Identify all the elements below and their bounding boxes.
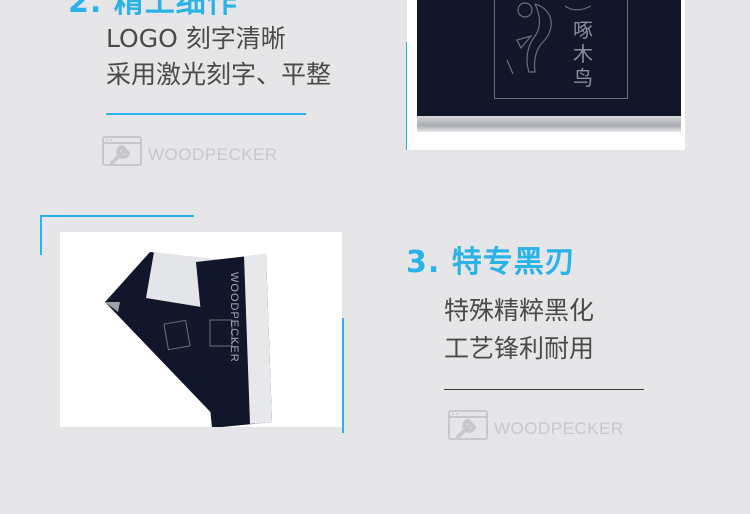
section3-line-2: 工艺锋利耐用 [444,334,595,363]
brand-mark-1: WOODPECKER [102,136,278,174]
section2-title: 2. 精工细作 [68,0,238,20]
section3-divider [444,389,644,390]
section2-line-2: 采用激光刻字、平整 [106,60,332,89]
wrench-window-icon [102,136,142,174]
section2-divider [106,113,306,115]
wrench-window-icon [448,410,488,448]
two-blades-illustration [105,252,272,427]
two-blades-photo: WOODPECKER [60,232,342,427]
brand-name: WOODPECKER [494,419,624,438]
brand-mark-2: WOODPECKER [448,410,624,448]
photo2-frame-horizontal [40,215,194,217]
photo2-frame-vertical-top [40,215,42,255]
section3-title: 3. 特专黑刃 [406,245,576,280]
brand-name: WOODPECKER [148,145,278,164]
blade-logo-photo: 啄木鸟 [407,0,685,150]
section3-line-1: 特殊精粹黑化 [444,296,595,325]
engraved-logo-frame [494,0,628,99]
photo2-frame-vertical-right [342,318,344,433]
black-blade: 啄木鸟 [417,0,681,118]
woodpecker-bird-icon [506,2,592,75]
front-blade-brand-text: WOODPECKER [228,272,240,363]
engraved-logo-text: 啄木鸟 [573,18,593,90]
blade-steel-edge [417,116,681,132]
section2-line-1: LOGO 刻字清晰 [106,24,286,53]
